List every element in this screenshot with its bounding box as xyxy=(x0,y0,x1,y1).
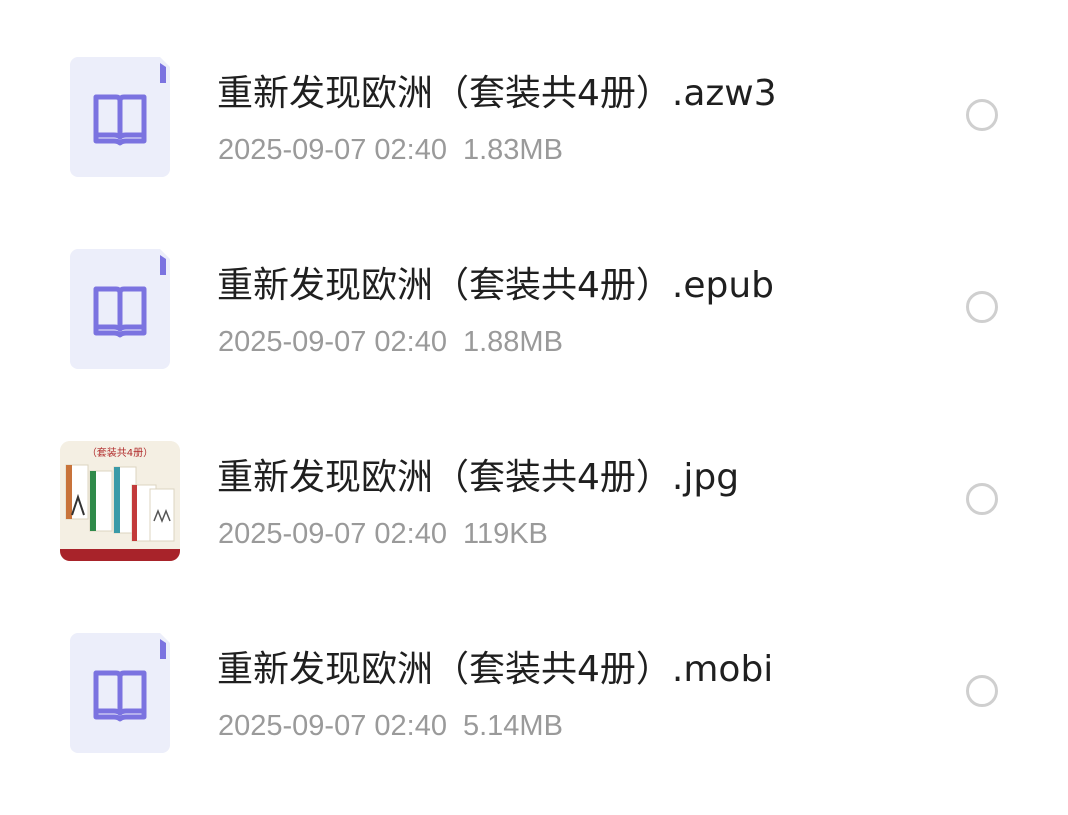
file-size: 1.83MB xyxy=(463,134,563,166)
book-file-icon xyxy=(70,633,170,753)
book-file-icon xyxy=(70,249,170,369)
file-name: 重新发现欧洲（套装共4册）.epub xyxy=(217,260,774,312)
file-meta: 2025-09-07 02:40 119KB xyxy=(218,514,548,554)
file-meta: 2025-09-07 02:40 1.83MB xyxy=(218,130,563,170)
file-date: 2025-09-07 02:40 xyxy=(218,710,447,742)
thumb-caption: （套装共4册） xyxy=(87,446,153,459)
file-row[interactable]: 重新发现欧洲（套装共4册）.epub 2025-09-07 02:40 1.88M… xyxy=(0,192,1068,384)
file-name: 重新发现欧洲（套装共4册）.mobi xyxy=(217,644,773,696)
select-radio[interactable] xyxy=(966,291,998,323)
file-row[interactable]: 重新发现欧洲（套装共4册）.azw3 2025-09-07 02:40 1.83M… xyxy=(0,0,1068,192)
select-radio[interactable] xyxy=(966,675,998,707)
file-list: 重新发现欧洲（套装共4册）.azw3 2025-09-07 02:40 1.83M… xyxy=(0,0,1068,815)
file-meta: 2025-09-07 02:40 5.14MB xyxy=(218,706,563,746)
file-date: 2025-09-07 02:40 xyxy=(218,326,447,358)
file-row[interactable]: 重新发现欧洲（套装共4册）.mobi 2025-09-07 02:40 5.14M… xyxy=(0,576,1068,768)
file-name: 重新发现欧洲（套装共4册）.jpg xyxy=(217,452,739,504)
image-thumbnail: （套装共4册） xyxy=(60,441,180,561)
file-meta: 2025-09-07 02:40 1.88MB xyxy=(218,322,563,362)
file-date: 2025-09-07 02:40 xyxy=(218,518,447,550)
file-size: 119KB xyxy=(463,518,548,550)
file-name: 重新发现欧洲（套装共4册）.azw3 xyxy=(217,68,777,120)
select-radio[interactable] xyxy=(966,483,998,515)
file-row[interactable]: （套装共4册） 重新发现欧洲（套装共4册）.jpg 2025-09-07 02:… xyxy=(0,384,1068,576)
book-file-icon xyxy=(70,57,170,177)
file-size: 1.88MB xyxy=(463,326,563,358)
file-date: 2025-09-07 02:40 xyxy=(218,134,447,166)
select-radio[interactable] xyxy=(966,99,998,131)
file-size: 5.14MB xyxy=(463,710,563,742)
